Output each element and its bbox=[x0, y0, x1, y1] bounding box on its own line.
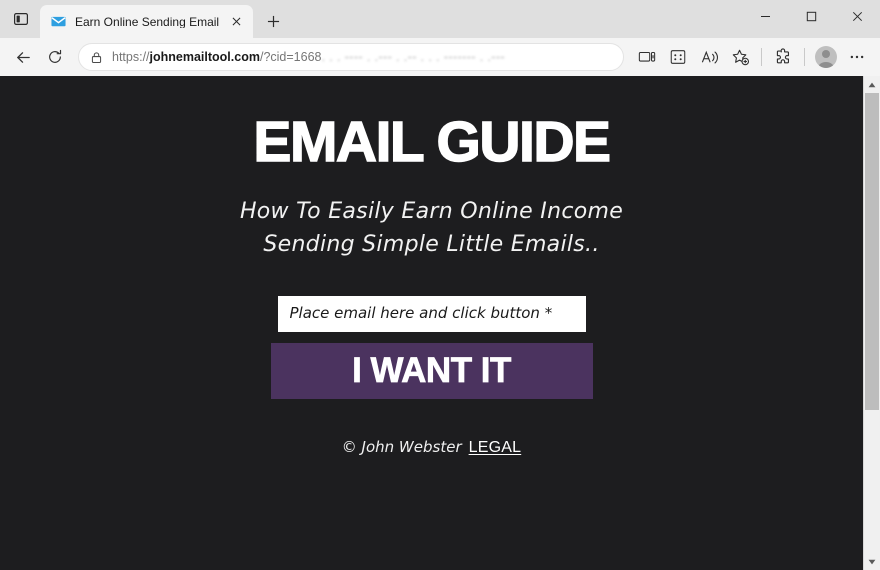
scrollbar-track[interactable] bbox=[864, 93, 880, 553]
avatar[interactable] bbox=[811, 42, 841, 72]
collections-icon[interactable] bbox=[663, 42, 693, 72]
tab-actions-icon[interactable] bbox=[6, 4, 36, 34]
close-icon[interactable] bbox=[227, 13, 245, 31]
url-host: johnemailtool.com bbox=[149, 50, 260, 64]
email-input[interactable] bbox=[277, 295, 586, 332]
new-tab-icon[interactable] bbox=[259, 7, 287, 35]
browser-toolbar: https://johnemailtool.com/?cid=1668. . .… bbox=[0, 38, 880, 76]
copyright-text: © John Webster bbox=[341, 437, 462, 456]
address-bar[interactable]: https://johnemailtool.com/?cid=1668. . .… bbox=[78, 43, 624, 71]
back-icon[interactable] bbox=[8, 42, 38, 72]
toolbar-divider-right bbox=[804, 48, 805, 66]
minimize-button[interactable] bbox=[742, 0, 788, 32]
page-subtitle-line-2: Sending Simple Little Emails.. bbox=[263, 232, 600, 258]
scroll-down-icon[interactable] bbox=[864, 553, 880, 570]
url-redacted-tail: . . . ---- . .--- . .-- . . . ------- . … bbox=[321, 50, 505, 64]
envelope-icon bbox=[50, 13, 67, 30]
toolbar-divider-left bbox=[761, 48, 762, 66]
page-footer: © John Webster LEGAL bbox=[342, 438, 521, 457]
maximize-button[interactable] bbox=[788, 0, 834, 32]
lock-icon bbox=[88, 49, 105, 66]
url-scheme: https:// bbox=[112, 50, 150, 64]
toolbar-icons bbox=[632, 42, 872, 72]
scrollbar-thumb[interactable] bbox=[865, 93, 879, 411]
tab-strip: Earn Online Sending Email bbox=[0, 0, 880, 38]
browser-window: Earn Online Sending Email https:// johne… bbox=[0, 0, 880, 570]
window-controls bbox=[742, 0, 880, 32]
avatar-image bbox=[815, 46, 837, 68]
refresh-icon[interactable] bbox=[40, 42, 70, 72]
cast-device-icon[interactable] bbox=[632, 42, 662, 72]
add-favorite-icon[interactable] bbox=[725, 42, 755, 72]
tab-title: Earn Online Sending Email bbox=[75, 15, 220, 28]
extensions-icon[interactable] bbox=[768, 42, 798, 72]
url-path: /?cid=1668 bbox=[259, 50, 322, 64]
i-want-it-button[interactable]: I WANT IT bbox=[270, 342, 593, 399]
browser-tab[interactable]: Earn Online Sending Email bbox=[40, 5, 254, 38]
legal-link[interactable]: LEGAL bbox=[469, 439, 522, 457]
scroll-up-icon[interactable] bbox=[864, 76, 880, 93]
page-title: EMAIL GUIDE bbox=[253, 110, 612, 174]
read-aloud-icon[interactable] bbox=[694, 42, 724, 72]
close-window-button[interactable] bbox=[834, 0, 880, 32]
url-text: https://johnemailtool.com/?cid=1668. . .… bbox=[112, 50, 613, 64]
landing-page: EMAIL GUIDE How To Easily Earn Online In… bbox=[0, 76, 863, 570]
page-viewport: EMAIL GUIDE How To Easily Earn Online In… bbox=[0, 76, 880, 570]
settings-more-icon[interactable] bbox=[842, 42, 872, 72]
page-subtitle-line-1: How To Easily Earn Online Income bbox=[239, 199, 624, 224]
vertical-scrollbar[interactable] bbox=[863, 76, 880, 570]
page-subtitle: How To Easily Earn Online Income Sending… bbox=[240, 195, 623, 262]
